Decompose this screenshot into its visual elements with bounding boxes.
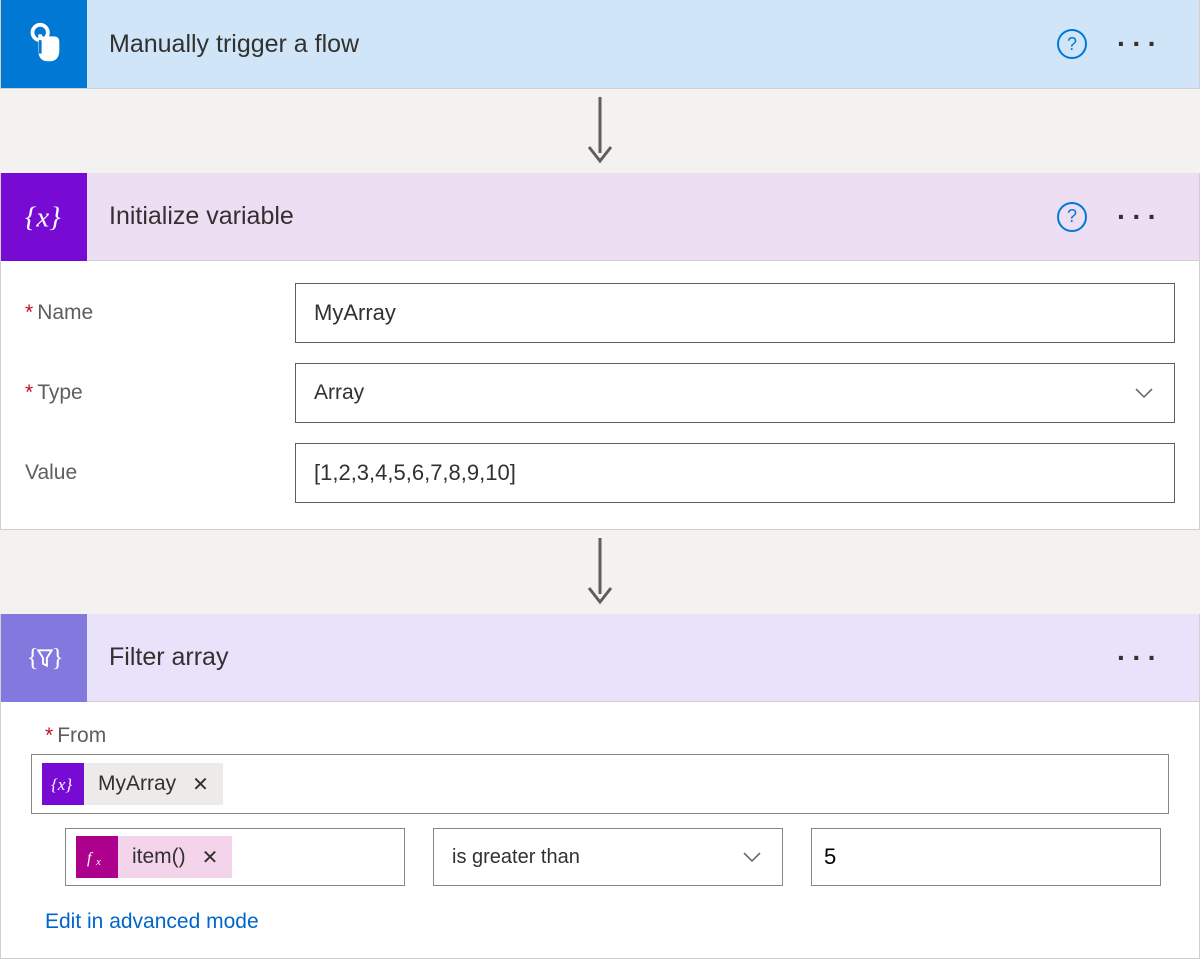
init-variable-body: *Name *Type Array Value xyxy=(1,261,1199,529)
filter-icon: { } xyxy=(1,614,87,702)
type-select-value: Array xyxy=(314,381,364,405)
chevron-down-icon xyxy=(740,845,764,869)
variable-token[interactable]: {x} MyArray ✕ xyxy=(42,763,223,805)
condition-value-input[interactable] xyxy=(824,844,1148,870)
from-label: *From xyxy=(45,724,1175,748)
variable-token-icon: {x} xyxy=(42,763,84,805)
help-icon[interactable]: ? xyxy=(1057,29,1087,59)
from-input[interactable]: {x} MyArray ✕ xyxy=(31,754,1169,814)
connector-arrow xyxy=(0,89,1200,173)
init-variable-card: {x} Initialize variable ? ··· *Name *Typ… xyxy=(0,173,1200,530)
expression-token-label: item() xyxy=(132,845,186,869)
filter-array-body: *From {x} MyArray ✕ fx item() xyxy=(1,702,1199,958)
name-label: *Name xyxy=(25,301,295,325)
value-input[interactable] xyxy=(295,443,1175,503)
trigger-title: Manually trigger a flow xyxy=(109,30,1057,59)
value-label: Value xyxy=(25,461,295,485)
remove-token-button[interactable]: ✕ xyxy=(202,845,219,870)
condition-left-input[interactable]: fx item() ✕ xyxy=(65,828,405,886)
remove-token-button[interactable]: ✕ xyxy=(192,772,209,797)
init-variable-header[interactable]: {x} Initialize variable ? ··· xyxy=(1,173,1199,261)
variable-icon: {x} xyxy=(1,173,87,261)
expression-token[interactable]: fx item() ✕ xyxy=(76,836,232,878)
svg-text:}: } xyxy=(52,644,64,671)
advanced-mode-link[interactable]: Edit in advanced mode xyxy=(45,910,259,934)
filter-array-actions: ··· xyxy=(1117,644,1199,672)
svg-text:{: { xyxy=(27,644,39,671)
more-menu-button[interactable]: ··· xyxy=(1117,644,1163,672)
variable-token-label: MyArray xyxy=(98,772,176,796)
chevron-down-icon xyxy=(1132,381,1156,405)
condition-operator-value: is greater than xyxy=(452,846,580,869)
connector-arrow xyxy=(0,530,1200,614)
type-label: *Type xyxy=(25,381,295,405)
condition-right-input[interactable] xyxy=(811,828,1161,886)
name-input[interactable] xyxy=(295,283,1175,343)
more-menu-button[interactable]: ··· xyxy=(1117,30,1163,58)
svg-text:x: x xyxy=(95,856,101,868)
filter-condition-row: fx item() ✕ is greater than xyxy=(65,828,1169,886)
help-icon[interactable]: ? xyxy=(1057,202,1087,232)
type-select[interactable]: Array xyxy=(295,363,1175,423)
condition-operator-select[interactable]: is greater than xyxy=(433,828,783,886)
trigger-actions: ? ··· xyxy=(1057,29,1199,59)
svg-text:f: f xyxy=(87,850,94,867)
svg-text:{x}: {x} xyxy=(51,775,72,794)
trigger-card: Manually trigger a flow ? ··· xyxy=(0,0,1200,89)
manual-trigger-icon xyxy=(1,0,87,88)
init-variable-actions: ? ··· xyxy=(1057,202,1199,232)
init-variable-title: Initialize variable xyxy=(109,202,1057,231)
filter-array-card: { } Filter array ··· *From {x} MyArray ✕ xyxy=(0,614,1200,959)
expression-token-icon: fx xyxy=(76,836,118,878)
trigger-header[interactable]: Manually trigger a flow ? ··· xyxy=(1,0,1199,88)
filter-array-title: Filter array xyxy=(109,643,1117,672)
svg-text:{x}: {x} xyxy=(25,201,61,233)
more-menu-button[interactable]: ··· xyxy=(1117,203,1163,231)
filter-array-header[interactable]: { } Filter array ··· xyxy=(1,614,1199,702)
